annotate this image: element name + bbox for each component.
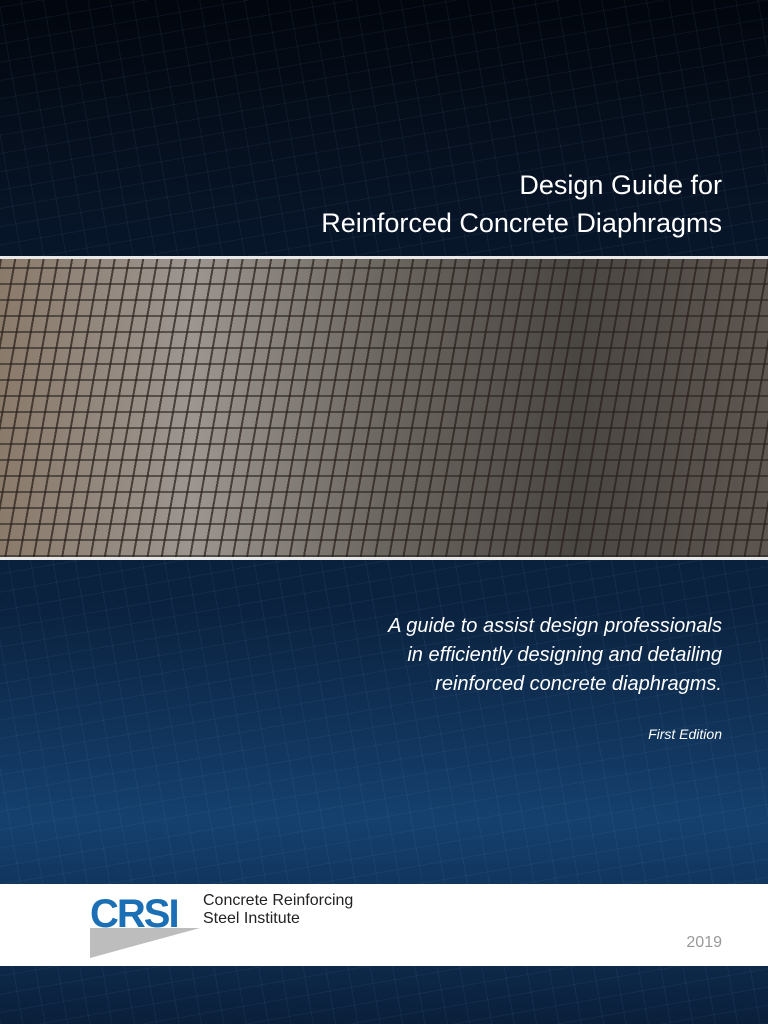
title-line-1: Design Guide for [519, 170, 722, 200]
publisher-name-line-2: Steel Institute [203, 910, 300, 927]
publisher-name: Concrete Reinforcing Steel Institute [203, 892, 353, 928]
subtitle-line: in efficiently designing and detailing [407, 644, 722, 666]
cover-subtitle: A guide to assist design professionals i… [388, 612, 722, 699]
publisher-name-line-1: Concrete Reinforcing [203, 892, 354, 909]
subtitle-line: A guide to assist design professionals [388, 615, 722, 637]
logo-swoosh [90, 928, 200, 958]
footer-band: CRSI Concrete Reinforcing Steel Institut… [0, 884, 768, 966]
year: 2019 [686, 934, 722, 951]
edition: First Edition [648, 726, 722, 742]
cover: Design Guide for Reinforced Concrete Dia… [0, 0, 768, 1024]
cover-title: Design Guide for Reinforced Concrete Dia… [321, 166, 722, 242]
rebar-photo [0, 256, 768, 560]
subtitle-line: reinforced concrete diaphragms. [435, 673, 722, 695]
title-line-2: Reinforced Concrete Diaphragms [321, 208, 722, 238]
